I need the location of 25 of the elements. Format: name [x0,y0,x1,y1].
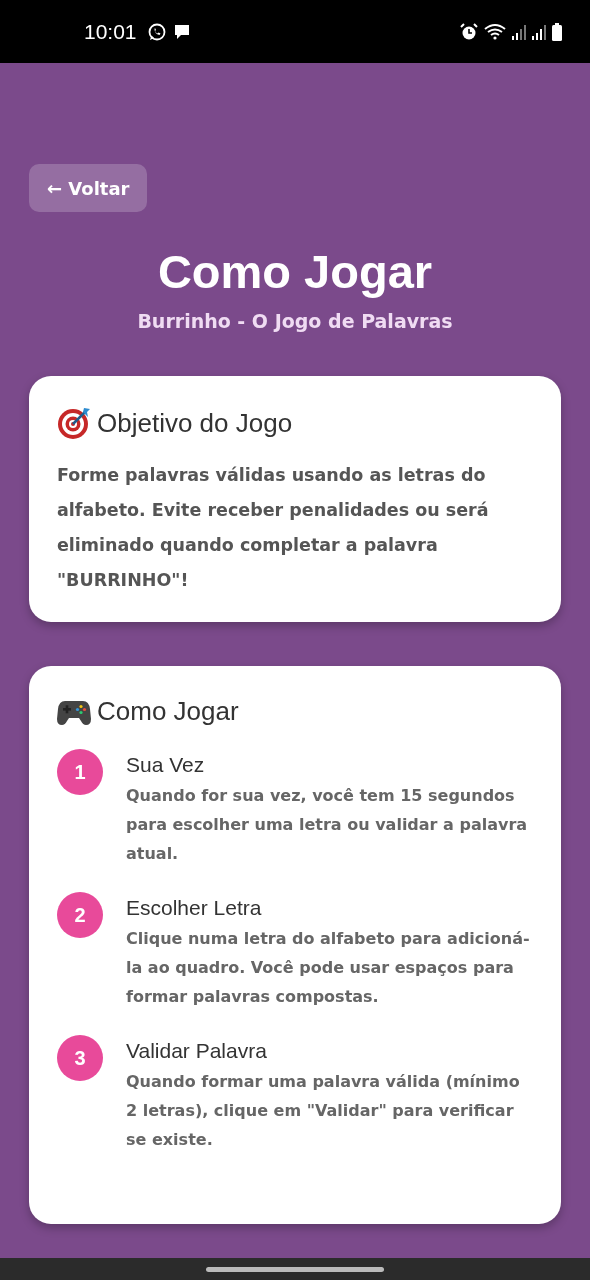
step-text: Quando for sua vez, você tem 15 segundos para escolher uma letra ou validar a palavra atual. [126,785,529,865]
section-title: Objetivo do Jogo [97,407,293,439]
signal-icon [532,22,546,41]
page-title: Como Jogar [156,244,434,300]
target-icon [57,406,91,440]
home-handle[interactable] [206,1266,384,1272]
step-title: Sua Vez [126,752,206,778]
wifi-icon [484,22,506,41]
step-text: Clique numa letra do alfabeto para adicioná-la ao quadro. Você pode usar espaços para formar palavras compostas. [126,928,531,1008]
step-number: 3 [57,1035,103,1081]
back-button[interactable]: ← Voltar [29,164,148,212]
step-number: 2 [57,892,103,938]
section-text: Forme palavras válidas usando as letras do alfabeto. Evite receber penalidades ou será eliminado quando completar a palavra "BURRINHO"! [57,464,490,592]
status-time: 10:01 [84,19,137,44]
section-title: Como Jogar [97,696,239,727]
message-icon [172,22,191,41]
signal-icon [512,22,526,41]
page-subtitle: Burrinho - O Jogo de Palavras [136,310,454,332]
step-title: Validar Palavra [126,1038,268,1064]
whatsapp-icon [146,21,167,42]
step-number: 1 [57,749,103,795]
battery-icon [552,22,562,41]
step-title: Escolher Letra [126,895,263,921]
step-text: Quando formar uma palavra válida (mínimo 2 letras), clique em "Validar" para verificar se existe. [126,1071,521,1151]
alarm-icon [460,22,478,41]
